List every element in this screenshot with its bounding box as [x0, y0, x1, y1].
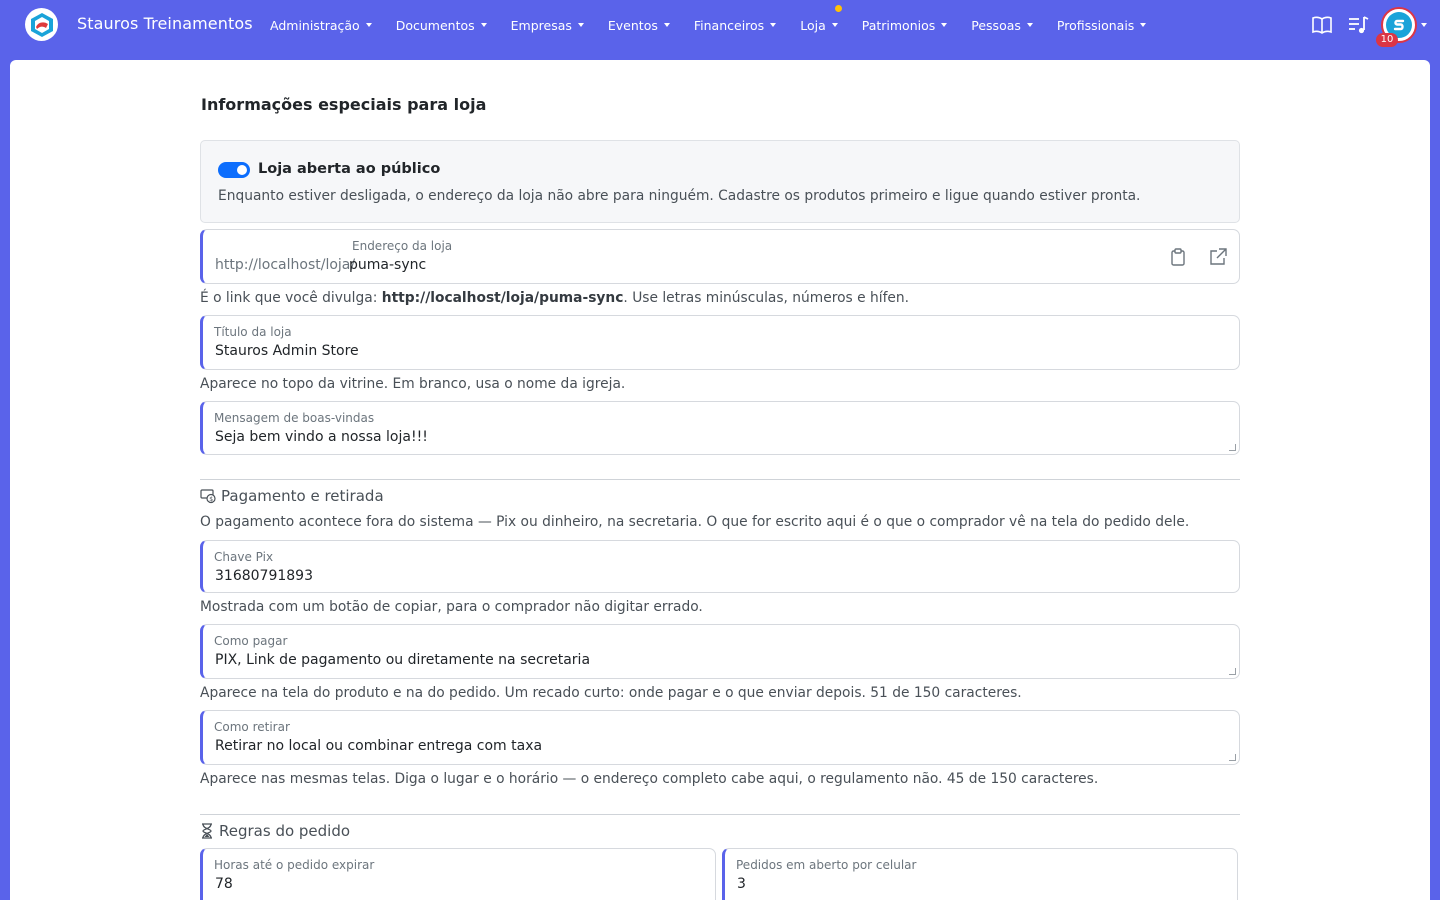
how-to-pay-label: Como pagar — [214, 634, 288, 648]
menu-label: Profissionais — [1056, 17, 1135, 33]
cash-coin-icon: $ — [200, 489, 216, 504]
welcome-textarea[interactable]: Seja bem vindo a nossa loja!!! — [215, 429, 428, 445]
pix-label: Chave Pix — [214, 550, 274, 564]
how-to-pickup-label: Como retirar — [214, 720, 290, 734]
pix-help: Mostrada com um botão de copiar, para o … — [200, 599, 703, 615]
payment-section-title: $ Pagamento e retirada — [200, 487, 384, 505]
menu-label: Documentos — [395, 17, 475, 33]
playlist-music-icon[interactable] — [1347, 14, 1369, 36]
main-menu: Administração Documentos Empresas Evento… — [270, 0, 1170, 50]
app-logo[interactable] — [25, 8, 58, 41]
store-title-label: Título da loja — [214, 325, 292, 339]
address-label: Endereço da loja — [352, 239, 453, 253]
resize-handle[interactable] — [1229, 754, 1236, 761]
notification-count-badge: 10 — [1376, 33, 1398, 47]
menu-loja[interactable]: Loja — [800, 4, 842, 33]
caret-down-icon — [1140, 23, 1147, 27]
page-title: Informações especiais para loja — [201, 95, 487, 114]
menu-label: Eventos — [607, 17, 658, 33]
notification-dot — [834, 4, 842, 12]
menu-pessoas[interactable]: Pessoas — [971, 18, 1033, 33]
store-open-label[interactable]: Loja aberta ao público — [258, 161, 440, 177]
caret-down-icon — [365, 23, 372, 27]
address-help-link: http://localhost/loja/puma-sync — [381, 290, 624, 306]
external-link-icon[interactable] — [1208, 247, 1228, 267]
caret-down-icon — [1026, 23, 1033, 27]
brand-name[interactable]: Stauros Treinamentos — [77, 14, 253, 33]
svg-text:$: $ — [209, 496, 213, 503]
payment-section-description: O pagamento acontece fora do sistema — P… — [200, 514, 1190, 530]
how-to-pickup-field[interactable]: Como retirar Retirar no local ou combina… — [200, 710, 1240, 765]
menu-empresas[interactable]: Empresas — [511, 18, 584, 33]
menu-label: Empresas — [510, 17, 572, 33]
caret-down-icon — [480, 23, 487, 27]
menu-label: Pessoas — [971, 17, 1021, 33]
open-orders-label: Pedidos em aberto por celular — [736, 858, 917, 872]
resize-handle[interactable] — [1229, 668, 1236, 675]
menu-label: Administração — [270, 17, 360, 33]
address-help: É o link que você divulga: http://localh… — [200, 290, 909, 306]
menu-profissionais[interactable]: Profissionais — [1056, 17, 1147, 33]
menu-administracao[interactable]: Administração — [270, 18, 372, 33]
expire-hours-field[interactable]: Horas até o pedido expirar 78 — [200, 848, 716, 900]
store-title-input[interactable]: Stauros Admin Store — [215, 343, 359, 359]
menu-documentos[interactable]: Documentos — [396, 18, 487, 33]
clipboard-icon[interactable] — [1168, 247, 1188, 267]
toggle-knob — [237, 165, 247, 175]
address-prefix: http://localhost/loja/ — [215, 257, 356, 273]
book-icon[interactable] — [1311, 14, 1333, 36]
store-title-help: Aparece no topo da vitrine. Em branco, u… — [200, 376, 626, 392]
store-status-description: Enquanto estiver desligada, o endereço d… — [218, 188, 1141, 204]
caret-down-icon[interactable] — [1421, 23, 1427, 27]
menu-label: Patrimonios — [861, 17, 936, 33]
store-address-field[interactable]: http://localhost/loja/ Endereço da loja … — [200, 229, 1240, 284]
section-divider — [200, 814, 1240, 815]
menu-financeiros[interactable]: Financeiros — [693, 17, 777, 33]
menu-eventos[interactable]: Eventos — [608, 18, 670, 33]
caret-down-icon — [663, 23, 670, 27]
resize-handle[interactable] — [1229, 444, 1236, 451]
address-help-post: . Use letras minúsculas, números e hífen… — [623, 290, 910, 306]
logo-icon — [30, 12, 53, 37]
caret-down-icon — [831, 23, 838, 27]
how-to-pickup-help: Aparece nas mesmas telas. Diga o lugar e… — [200, 771, 1099, 787]
store-title-field[interactable]: Título da loja Stauros Admin Store — [200, 315, 1240, 370]
top-navbar: Stauros Treinamentos Administração Docum… — [0, 0, 1440, 50]
menu-label: Financeiros — [693, 17, 765, 33]
hourglass-icon — [202, 823, 212, 839]
payment-section-label: Pagamento e retirada — [221, 487, 384, 505]
how-to-pickup-textarea[interactable]: Retirar no local ou combinar entrega com… — [215, 738, 542, 754]
section-divider — [200, 479, 1240, 480]
welcome-message-field[interactable]: Mensagem de boas-vindas Seja bem vindo a… — [200, 401, 1240, 455]
expire-hours-label: Horas até o pedido expirar — [214, 858, 375, 872]
store-open-toggle[interactable] — [218, 162, 250, 178]
welcome-label: Mensagem de boas-vindas — [214, 411, 375, 425]
menu-patrimonios[interactable]: Patrimonios — [862, 18, 948, 33]
pix-input[interactable]: 31680791893 — [215, 568, 313, 584]
address-input[interactable]: puma-sync — [349, 257, 426, 273]
pix-key-field[interactable]: Chave Pix 31680791893 — [200, 540, 1240, 593]
expire-hours-input[interactable]: 78 — [215, 876, 233, 892]
caret-down-icon — [577, 23, 584, 27]
main-card: Informações especiais para loja Loja abe… — [10, 60, 1430, 900]
store-status-box: Loja aberta ao público Enquanto estiver … — [200, 140, 1240, 223]
how-to-pay-help: Aparece na tela do produto e na do pedid… — [200, 685, 1022, 701]
open-orders-input[interactable]: 3 — [737, 876, 746, 892]
how-to-pay-textarea[interactable]: PIX, Link de pagamento ou diretamente na… — [215, 652, 590, 668]
open-orders-field[interactable]: Pedidos em aberto por celular 3 — [722, 848, 1238, 900]
how-to-pay-field[interactable]: Como pagar PIX, Link de pagamento ou dir… — [200, 624, 1240, 679]
caret-down-icon — [770, 23, 777, 27]
order-rules-label: Regras do pedido — [219, 822, 351, 840]
order-rules-title: Regras do pedido — [200, 822, 350, 840]
caret-down-icon — [941, 23, 948, 27]
address-help-pre: É o link que você divulga: — [200, 290, 382, 306]
menu-label: Loja — [800, 17, 826, 33]
